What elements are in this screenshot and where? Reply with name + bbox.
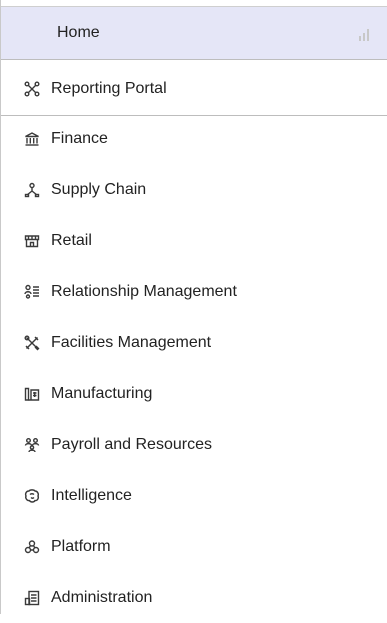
group-icon [23,436,41,454]
nav-item-supply-chain[interactable]: Supply Chain [1,164,387,215]
nav-item-label: Platform [51,537,111,555]
nav-item-home[interactable]: Home [1,6,387,60]
nav-item-finance[interactable]: Finance [1,113,387,164]
nav-item-label: Relationship Management [51,282,237,300]
nav-item-payroll-and-resources[interactable]: Payroll and Resources [1,419,387,470]
factory-icon [23,385,41,403]
nav-item-label: Manufacturing [51,384,153,402]
tools-icon [23,334,41,352]
nav-item-manufacturing[interactable]: Manufacturing [1,368,387,419]
nav-item-retail[interactable]: Retail [1,215,387,266]
brain-icon [23,487,41,505]
admin-icon [23,589,41,607]
nav-item-label: Finance [51,129,108,147]
people-list-icon [23,283,41,301]
bank-icon [23,130,41,148]
nav-item-intelligence[interactable]: Intelligence [1,470,387,521]
nav-item-label: Home [57,24,100,41]
storefront-icon [23,232,41,250]
nav-item-label: Facilities Management [51,333,212,351]
nav-item-label: Supply Chain [51,180,147,198]
nav-item-facilities-management[interactable]: Facilities Management [1,317,387,368]
bar-chart-icon [359,27,373,41]
nav-item-platform[interactable]: Platform [1,521,387,572]
nav-item-label: Retail [51,231,92,249]
platform-icon [23,538,41,556]
nav-item-reporting-portal[interactable]: Reporting Portal [1,63,387,114]
nav-item-label: Administration [51,588,153,606]
reporting-icon [23,80,41,98]
nav-item-label: Payroll and Resources [51,435,212,453]
nav-item-relationship-management[interactable]: Relationship Management [1,266,387,317]
nav-item-label: Reporting Portal [51,79,167,97]
supply-chain-icon [23,181,41,199]
nav-item-administration[interactable]: Administration [1,572,387,623]
side-navigation: Home Reporting Portal Finance Supply Cha… [0,0,387,614]
nav-item-label: Intelligence [51,486,132,504]
